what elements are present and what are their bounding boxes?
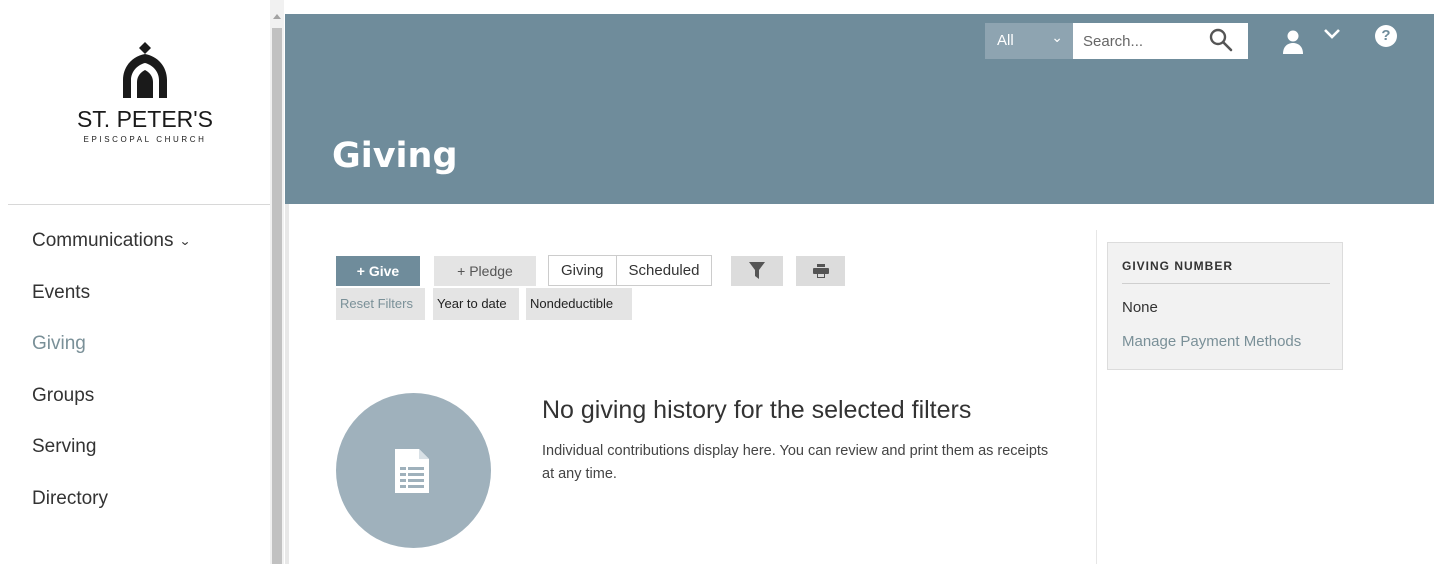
filter-chip-year-to-date[interactable]: Year to date <box>433 288 519 320</box>
sidebar-item-communications[interactable]: Communications ⌄ <box>32 226 191 278</box>
scroll-thumb[interactable] <box>272 28 282 564</box>
search-scope-select[interactable]: All ⌄ <box>985 23 1073 59</box>
sidebar-item-serving[interactable]: Serving <box>32 432 190 484</box>
panel-title: GIVING NUMBER <box>1122 259 1234 273</box>
page-header: All ⌄ ? Giving <box>285 14 1434 204</box>
user-icon[interactable] <box>1282 28 1304 54</box>
panel-divider-line <box>1122 283 1330 284</box>
sidebar-item-label: Communications <box>32 230 174 252</box>
document-icon <box>395 449 429 493</box>
tab-giving[interactable]: Giving <box>549 256 617 285</box>
church-logo[interactable]: ST. PETER'S EPISCOPAL CHURCH <box>60 40 230 180</box>
sidebar-item-events[interactable]: Events <box>32 278 190 330</box>
sidebar-item-label: Directory <box>32 487 109 509</box>
giving-number-value: None <box>1122 299 1158 316</box>
sidebar-scrollbar[interactable] <box>270 0 284 564</box>
manage-payment-methods-link[interactable]: Manage Payment Methods <box>1122 333 1301 350</box>
filter-button[interactable] <box>731 256 783 286</box>
sidebar-item-groups[interactable]: Groups <box>32 381 190 433</box>
sidebar-item-giving[interactable]: Giving <box>32 329 190 381</box>
print-button[interactable] <box>796 256 845 286</box>
sidebar-item-label: Giving <box>32 333 86 354</box>
view-toggle: Giving Scheduled <box>548 255 713 286</box>
sidebar-item-directory[interactable]: Directory <box>32 484 190 536</box>
sidebar-nav: Communications ⌄ Events Giving Groups Ser… <box>32 226 191 536</box>
sidebar: ST. PETER'S EPISCOPAL CHURCH Communicati… <box>0 0 270 564</box>
empty-state-description: Individual contributions display here. Y… <box>542 443 1049 482</box>
filter-icon <box>749 262 765 279</box>
empty-state-title: No giving history for the selected filte… <box>542 396 972 424</box>
content-left-border <box>285 204 289 564</box>
giving-number-panel: GIVING NUMBER None Manage Payment Method… <box>1107 242 1343 370</box>
sidebar-item-label: Serving <box>32 436 97 457</box>
give-button[interactable]: + Give <box>336 256 420 286</box>
reset-filters-button[interactable]: Reset Filters <box>336 288 425 320</box>
sidebar-divider <box>8 204 270 205</box>
help-icon[interactable]: ? <box>1375 25 1397 47</box>
page-title: Giving <box>332 136 458 176</box>
chevron-down-icon: ⌄ <box>1051 29 1063 45</box>
chevron-down-icon[interactable] <box>1323 27 1341 41</box>
search-scope-value: All <box>997 32 1014 49</box>
chevron-down-icon: ⌄ <box>178 234 191 248</box>
pledge-button[interactable]: + Pledge <box>434 256 536 286</box>
search-icon[interactable] <box>1208 27 1234 53</box>
empty-state-illustration <box>336 393 491 548</box>
tab-scheduled[interactable]: Scheduled <box>617 256 712 285</box>
church-logo-icon <box>123 42 167 98</box>
logo-subtitle: EPISCOPAL CHURCH <box>83 135 207 144</box>
sidebar-item-label: Events <box>32 281 91 303</box>
print-icon <box>812 264 829 278</box>
scroll-up-arrow-icon[interactable] <box>273 14 281 19</box>
filter-chip-nondeductible[interactable]: Nondeductible <box>526 288 632 320</box>
panel-divider <box>1096 230 1097 564</box>
logo-title: ST. PETER'S <box>76 106 214 132</box>
sidebar-item-label: Groups <box>32 384 95 406</box>
